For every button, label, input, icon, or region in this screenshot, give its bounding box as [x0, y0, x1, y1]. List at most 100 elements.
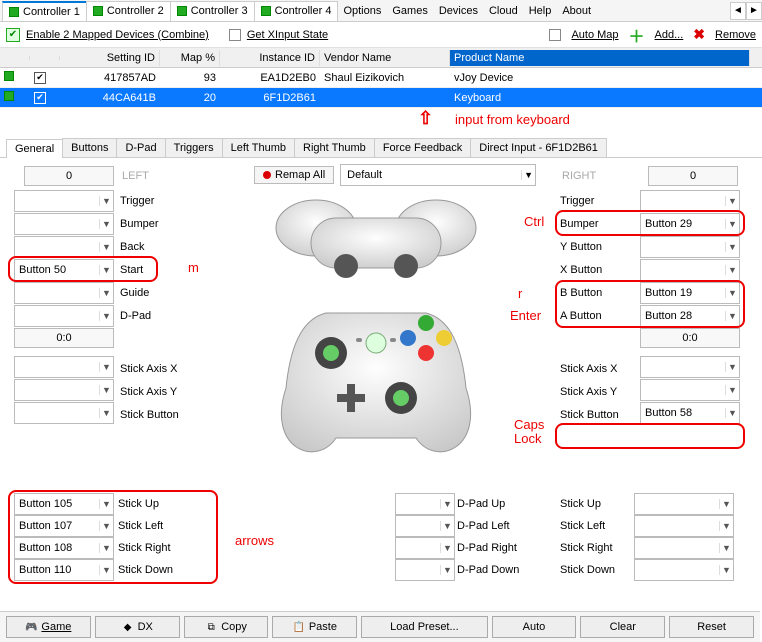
left-stick-down-combo[interactable]: Button 110▼ [14, 559, 114, 581]
tab-scroll-left-icon[interactable]: ◄ [730, 2, 746, 20]
chevron-down-icon[interactable]: ▼ [725, 288, 739, 298]
right-x-combo[interactable]: ▼ [640, 259, 740, 281]
tab-games[interactable]: Games [386, 1, 433, 21]
dpad-up-combo[interactable]: ▼ [395, 493, 455, 515]
clear-button[interactable]: Clear [580, 616, 665, 638]
chevron-down-icon[interactable]: ▼ [725, 408, 739, 418]
tab-options[interactable]: Options [337, 1, 387, 21]
paste-button[interactable]: 📋Paste [272, 616, 357, 638]
get-xinput-link[interactable]: Get XInput State [247, 29, 328, 41]
left-guide-combo[interactable]: ▼ [14, 282, 114, 304]
chevron-down-icon[interactable]: ▼ [99, 385, 113, 395]
right-stick-button-combo[interactable]: Button 58▼ [640, 402, 740, 424]
tab-controller-1[interactable]: Controller 1 [2, 1, 87, 21]
chevron-down-icon[interactable]: ▼ [725, 385, 739, 395]
right-stick-left-combo[interactable]: ▼ [634, 515, 734, 537]
chevron-down-icon[interactable]: ▼ [99, 288, 113, 298]
chevron-down-icon[interactable]: ▼ [719, 499, 733, 509]
chevron-down-icon[interactable]: ▼ [719, 521, 733, 531]
chevron-down-icon[interactable]: ▼ [719, 543, 733, 553]
auto-map-link[interactable]: Auto Map [571, 29, 618, 41]
remove-device-link[interactable]: Remove [715, 29, 756, 41]
chevron-down-icon[interactable]: ▼ [440, 521, 454, 531]
sub-tab-left-thumb[interactable]: Left Thumb [222, 138, 295, 157]
row-checkbox[interactable]: ✔ [34, 92, 46, 104]
chevron-down-icon[interactable]: ▼ [440, 565, 454, 575]
left-bumper-combo[interactable]: ▼ [14, 213, 114, 235]
left-dpad-combo[interactable]: ▼ [14, 305, 114, 327]
reset-button[interactable]: Reset [669, 616, 754, 638]
dpad-down-combo[interactable]: ▼ [395, 559, 455, 581]
chevron-down-icon[interactable]: ▼ [725, 265, 739, 275]
sub-tab-force-feedback[interactable]: Force Feedback [374, 138, 471, 157]
table-row[interactable]: ✔ 44CA641B 20 6F1D2B61 Keyboard [0, 88, 762, 108]
chevron-down-icon[interactable]: ▼ [725, 242, 739, 252]
chevron-down-icon[interactable]: ▼ [440, 543, 454, 553]
tab-controller-3[interactable]: Controller 3 [170, 1, 255, 21]
chevron-down-icon[interactable]: ▼ [99, 565, 113, 575]
sub-tab-triggers[interactable]: Triggers [165, 138, 223, 157]
left-trigger-combo[interactable]: ▼ [14, 190, 114, 212]
dx-button[interactable]: ◆DX [95, 616, 180, 638]
row-checkbox[interactable]: ✔ [34, 72, 46, 84]
chevron-down-icon[interactable]: ▼ [99, 362, 113, 372]
left-stick-axis-y-combo[interactable]: ▼ [14, 379, 114, 401]
chevron-down-icon[interactable]: ▼ [725, 362, 739, 372]
chevron-down-icon[interactable]: ▼ [440, 499, 454, 509]
dpad-right-combo[interactable]: ▼ [395, 537, 455, 559]
right-b-combo[interactable]: Button 19▼ [640, 282, 740, 304]
chevron-down-icon[interactable]: ▼ [725, 311, 739, 321]
col-product[interactable]: Product Name [450, 50, 750, 66]
sub-tab-buttons[interactable]: Buttons [62, 138, 117, 157]
tab-devices[interactable]: Devices [433, 1, 484, 21]
auto-button[interactable]: Auto [492, 616, 577, 638]
col-setting-id[interactable]: Setting ID [60, 50, 160, 66]
left-stick-axis-x-combo[interactable]: ▼ [14, 356, 114, 378]
copy-button[interactable]: ⧉Copy [184, 616, 269, 638]
chevron-down-icon[interactable]: ▼ [99, 311, 113, 321]
chevron-down-icon[interactable]: ▼ [99, 219, 113, 229]
dpad-left-combo[interactable]: ▼ [395, 515, 455, 537]
tab-controller-2[interactable]: Controller 2 [86, 1, 171, 21]
left-stick-button-combo[interactable]: ▼ [14, 402, 114, 424]
left-stick-right-combo[interactable]: Button 108▼ [14, 537, 114, 559]
right-stick-down-combo[interactable]: ▼ [634, 559, 734, 581]
tab-scroll-right-icon[interactable]: ► [746, 2, 762, 20]
enable-devices-link[interactable]: Enable 2 Mapped Devices (Combine) [26, 29, 209, 41]
chevron-down-icon[interactable]: ▼ [725, 219, 739, 229]
col-map-pct[interactable]: Map % [160, 50, 220, 66]
left-start-combo[interactable]: Button 50▼ [14, 259, 114, 281]
tab-controller-4[interactable]: Controller 4 [254, 1, 339, 21]
chevron-down-icon[interactable]: ▼ [99, 499, 113, 509]
right-trigger-combo[interactable]: ▼ [640, 190, 740, 212]
enable-checkbox[interactable]: ✔ [6, 28, 20, 42]
right-stick-axis-x-combo[interactable]: ▼ [640, 356, 740, 378]
right-y-combo[interactable]: ▼ [640, 236, 740, 258]
load-preset-button[interactable]: Load Preset... [361, 616, 487, 638]
game-button[interactable]: 🎮Game [6, 616, 91, 638]
chevron-down-icon[interactable]: ▼ [725, 196, 739, 206]
right-bumper-combo[interactable]: Button 29▼ [640, 213, 740, 235]
sub-tab-general[interactable]: General [6, 139, 63, 158]
sub-tab-direct-input[interactable]: Direct Input - 6F1D2B61 [470, 138, 607, 157]
get-xinput-checkbox[interactable] [229, 29, 241, 41]
left-stick-left-combo[interactable]: Button 107▼ [14, 515, 114, 537]
right-stick-axis-y-combo[interactable]: ▼ [640, 379, 740, 401]
chevron-down-icon[interactable]: ▼ [99, 242, 113, 252]
add-device-link[interactable]: Add... [655, 29, 684, 41]
tab-about[interactable]: About [556, 1, 597, 21]
chevron-down-icon[interactable]: ▼ [521, 170, 535, 180]
chevron-down-icon[interactable]: ▼ [99, 521, 113, 531]
chevron-down-icon[interactable]: ▼ [99, 408, 113, 418]
tab-cloud[interactable]: Cloud [483, 1, 524, 21]
left-back-combo[interactable]: ▼ [14, 236, 114, 258]
chevron-down-icon[interactable]: ▼ [99, 543, 113, 553]
left-stick-up-combo[interactable]: Button 105▼ [14, 493, 114, 515]
auto-map-checkbox[interactable] [549, 29, 561, 41]
sub-tab-dpad[interactable]: D-Pad [116, 138, 165, 157]
col-vendor[interactable]: Vendor Name [320, 50, 450, 66]
right-stick-right-combo[interactable]: ▼ [634, 537, 734, 559]
right-a-combo[interactable]: Button 28▼ [640, 305, 740, 327]
preset-select[interactable]: Default ▼ [340, 164, 536, 186]
tab-help[interactable]: Help [523, 1, 558, 21]
